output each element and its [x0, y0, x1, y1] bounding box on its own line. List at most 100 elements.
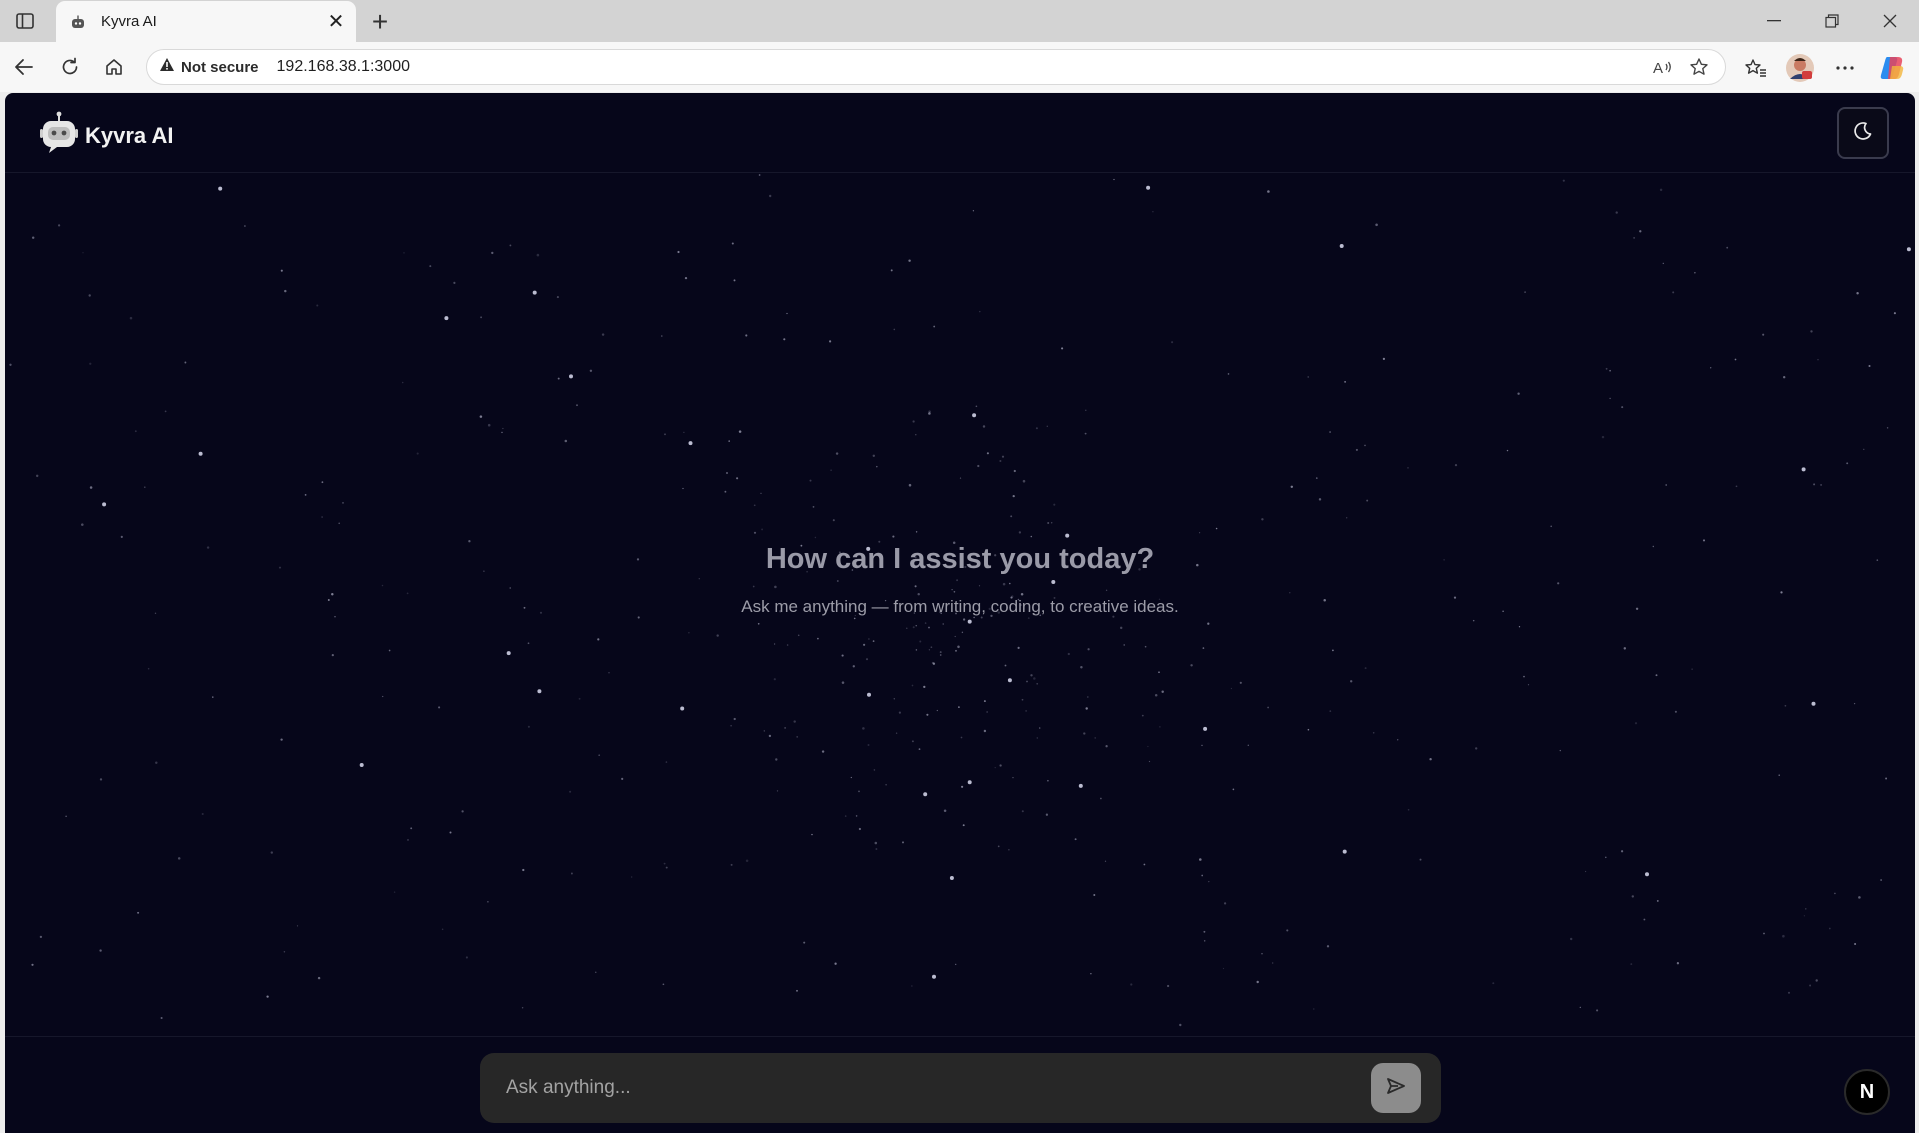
star — [1893, 312, 1896, 315]
star — [102, 502, 107, 507]
star — [1615, 211, 1618, 214]
star — [120, 535, 123, 538]
star — [939, 654, 942, 656]
favorite-star-icon[interactable] — [1681, 52, 1717, 82]
star — [915, 434, 917, 436]
back-icon[interactable] — [8, 51, 40, 83]
star — [999, 459, 1002, 463]
star — [863, 643, 866, 646]
star — [1562, 179, 1565, 182]
theme-toggle-button[interactable] — [1837, 107, 1889, 159]
star — [898, 711, 901, 714]
restore-button[interactable] — [1803, 0, 1861, 42]
star — [1506, 449, 1509, 452]
star — [532, 290, 537, 295]
star — [537, 689, 542, 694]
star — [1141, 714, 1144, 717]
star — [201, 812, 204, 816]
star — [160, 1016, 163, 1020]
star — [954, 963, 957, 966]
star — [1579, 1006, 1581, 1009]
star — [830, 469, 832, 471]
star — [1203, 726, 1208, 731]
star — [1407, 808, 1410, 811]
star — [502, 427, 504, 430]
star — [915, 649, 918, 651]
star — [1053, 503, 1056, 506]
home-icon[interactable] — [98, 51, 130, 83]
star — [811, 833, 813, 836]
star — [716, 634, 719, 637]
star — [1159, 726, 1161, 728]
star — [867, 692, 871, 697]
close-window-button[interactable] — [1861, 0, 1919, 42]
star — [388, 649, 391, 652]
profile-avatar[interactable] — [1783, 51, 1817, 85]
address-bar[interactable]: Not secure 192.168.38.1:3000 A — [146, 49, 1726, 85]
star — [760, 492, 762, 494]
tab-close-button[interactable]: ✕ — [322, 8, 350, 36]
copilot-icon[interactable] — [1875, 51, 1909, 85]
star — [932, 974, 936, 979]
star — [1326, 945, 1330, 948]
chat-input-box[interactable] — [480, 1053, 1441, 1123]
star — [1065, 533, 1070, 538]
star — [89, 486, 93, 489]
robot-logo-icon — [39, 111, 79, 160]
star — [1010, 515, 1013, 518]
star — [89, 362, 92, 365]
read-aloud-icon[interactable]: A — [1645, 52, 1681, 82]
star — [1290, 485, 1294, 489]
star — [621, 777, 624, 780]
star — [99, 949, 102, 952]
star — [1803, 915, 1806, 917]
star — [1854, 942, 1857, 946]
star — [461, 810, 464, 813]
minimize-button[interactable] — [1745, 0, 1803, 42]
brand[interactable]: Kyvra AI — [39, 111, 173, 160]
star — [1783, 376, 1786, 379]
star — [821, 750, 825, 753]
star — [942, 623, 944, 625]
nextjs-dev-badge[interactable]: N — [1844, 1069, 1890, 1115]
sidebar-icon[interactable] — [14, 10, 36, 32]
star — [1267, 706, 1269, 709]
star — [1313, 1008, 1315, 1010]
more-icon[interactable] — [1828, 51, 1862, 85]
browser-tab[interactable]: Kyvra AI ✕ — [56, 1, 356, 42]
star — [1809, 984, 1812, 987]
star — [924, 622, 927, 624]
new-tab-button[interactable]: + — [364, 6, 396, 38]
page-viewport: Kyvra AI How can I assist you today? Ask… — [5, 93, 1915, 1133]
star — [1366, 499, 1369, 502]
star — [967, 619, 972, 624]
security-indicator[interactable]: Not secure — [159, 57, 259, 77]
star — [724, 490, 727, 493]
star — [1017, 646, 1020, 650]
warning-icon — [159, 57, 175, 77]
url-text[interactable]: 192.168.38.1:3000 — [277, 58, 1645, 76]
star — [784, 727, 786, 729]
star — [1811, 701, 1816, 706]
favorites-icon[interactable] — [1739, 51, 1773, 85]
reload-icon[interactable] — [54, 51, 86, 83]
star — [1623, 647, 1627, 650]
star — [683, 431, 685, 434]
star — [919, 640, 922, 643]
star — [961, 631, 964, 634]
star — [957, 645, 960, 649]
star — [1078, 783, 1083, 788]
star — [796, 989, 798, 992]
star — [962, 618, 966, 621]
star — [184, 361, 187, 364]
send-button[interactable] — [1371, 1063, 1421, 1113]
star — [912, 626, 915, 629]
star — [453, 281, 456, 284]
star — [1820, 483, 1823, 486]
star — [468, 540, 471, 543]
star — [773, 678, 776, 681]
chat-input[interactable] — [504, 1076, 1371, 1100]
star — [960, 736, 963, 739]
star — [304, 494, 307, 496]
star — [783, 338, 786, 341]
